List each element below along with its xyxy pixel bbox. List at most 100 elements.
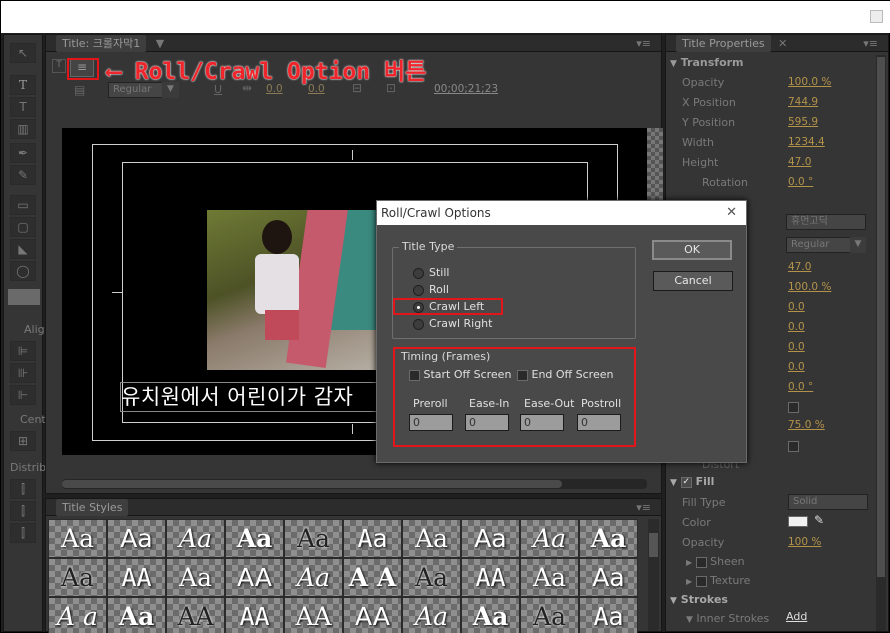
font-property-value[interactable]: 0.0 [788, 301, 805, 313]
style-swatch-item[interactable]: Aa [520, 519, 579, 558]
styles-scrollbar[interactable] [648, 519, 659, 631]
timing-field-input[interactable]: 0 [465, 414, 509, 431]
ok-button[interactable]: OK [652, 240, 732, 260]
small-caps-checkbox[interactable] [788, 400, 799, 413]
style-swatch-item[interactable]: Aa [461, 597, 520, 633]
style-swatch-item[interactable]: Aa [343, 519, 402, 558]
rounded-rectangle-tool-icon[interactable]: ▢ [10, 217, 36, 237]
align-left-icon[interactable]: ⊫ [10, 341, 36, 361]
style-swatch-item[interactable]: Aa [225, 519, 284, 558]
end-off-screen-checkbox[interactable] [517, 369, 528, 381]
center-horizontal-icon[interactable]: ⊞ [10, 431, 36, 451]
style-swatch-item[interactable]: Aa [284, 558, 343, 597]
rectangle-tool-icon[interactable]: ▭ [10, 195, 36, 215]
properties-scroll-thumb[interactable] [877, 57, 885, 577]
style-swatch-item[interactable]: Aa [48, 558, 107, 597]
properties-scrollbar[interactable] [876, 55, 886, 631]
fill-opacity-value[interactable]: 100 % [788, 536, 821, 548]
panel-menu-icon[interactable]: ▾≡ [636, 35, 651, 52]
style-swatch-item[interactable]: Aa [461, 519, 520, 558]
start-off-screen-checkbox[interactable] [409, 369, 420, 381]
timing-field-input[interactable]: 0 [409, 414, 453, 431]
wedge-tool-icon[interactable]: ◣ [10, 239, 36, 259]
ellipse-tool-icon[interactable]: ◯ [10, 261, 36, 281]
style-swatch-item[interactable]: AA [461, 558, 520, 597]
window-button[interactable] [870, 10, 883, 23]
style-swatch-item[interactable]: Aa [107, 519, 166, 558]
style-swatch-item[interactable]: AA [343, 597, 402, 633]
tab-dropdown-icon[interactable]: ▼ [156, 37, 164, 50]
styles-menu-icon[interactable]: ▾≡ [636, 499, 651, 516]
styles-scroll-thumb[interactable] [649, 533, 658, 557]
style-swatch-item[interactable]: Aa [520, 558, 579, 597]
underline-checkbox[interactable] [788, 439, 799, 452]
canvas-scroll-thumb[interactable] [62, 480, 562, 488]
style-swatch-item[interactable]: Aa [579, 597, 638, 633]
style-swatch-item[interactable]: AA [107, 558, 166, 597]
radio-button[interactable] [413, 267, 424, 279]
style-swatch-item[interactable]: Aa [402, 519, 461, 558]
font-property-value[interactable]: 100.0 % [788, 281, 831, 293]
sheen-row[interactable]: ▶ Sheen [686, 555, 745, 568]
style-swatch-item[interactable]: Aa [579, 519, 638, 558]
end-off-screen-option[interactable]: End Off Screen [517, 366, 613, 383]
canvas-scrollbar[interactable] [62, 479, 647, 489]
title-type-option[interactable]: Still [413, 264, 492, 281]
style-swatch-item[interactable]: A a [48, 597, 107, 633]
property-value[interactable]: 47.0 [788, 156, 811, 168]
style-swatch-item[interactable]: AA [225, 558, 284, 597]
timecode[interactable]: 00;00;21;23 [434, 83, 498, 95]
style-swatch-item[interactable]: Aa [166, 558, 225, 597]
distribute-left-icon[interactable]: ⫿ [10, 479, 36, 499]
strokes-section[interactable]: ▼ Strokes [670, 593, 728, 606]
start-off-screen-option[interactable]: Start Off Screen [409, 366, 511, 383]
style-swatch-item[interactable]: Aa [520, 597, 579, 633]
property-value[interactable]: 744.9 [788, 96, 818, 108]
property-value[interactable]: 0.0 ° [788, 176, 813, 188]
font-property-value[interactable]: 0.0 ° [788, 381, 813, 393]
radio-button[interactable] [413, 284, 424, 296]
type-tool-icon[interactable]: T [10, 75, 36, 95]
properties-tab[interactable]: Title Properties [676, 35, 771, 52]
cancel-button[interactable]: Cancel [653, 271, 733, 291]
add-anchor-tool-icon[interactable]: ✎ [10, 165, 36, 185]
style-swatch-item[interactable]: Aa [402, 597, 461, 633]
style-swatch-item[interactable]: AA [166, 597, 225, 633]
align-right-icon[interactable]: ⊩ [10, 385, 36, 405]
property-value[interactable]: 595.9 [788, 116, 818, 128]
eyedropper-icon[interactable]: ✎ [814, 513, 824, 527]
style-swatch-item[interactable]: A A [343, 558, 402, 597]
style-swatch-item[interactable]: Aa [284, 519, 343, 558]
add-inner-stroke-link[interactable]: Add [786, 610, 807, 623]
title-type-option[interactable]: Crawl Right [413, 315, 492, 332]
pen-tool-icon[interactable]: ✒ [10, 143, 36, 163]
transform-section[interactable]: ▼ Transform [670, 56, 744, 69]
properties-menu-icon[interactable]: ▾≡ [863, 35, 878, 52]
fill-checkbox[interactable]: ✓ [680, 476, 692, 488]
distribute-right-icon[interactable]: ⫿ [10, 523, 36, 543]
size-value[interactable]: 75.0 % [788, 419, 825, 431]
new-title-icon[interactable]: T [52, 59, 66, 73]
vertical-type-tool-icon[interactable]: T [10, 97, 36, 117]
timing-field-input[interactable]: 0 [520, 414, 564, 431]
property-value[interactable]: 1234.4 [788, 136, 825, 148]
title-styles-tab[interactable]: Title Styles [56, 499, 129, 516]
fill-section[interactable]: ▼ ✓ Fill [670, 475, 714, 488]
fill-type-select[interactable]: Solid [788, 494, 868, 510]
style-swatch-item[interactable]: Aa [166, 519, 225, 558]
caption-text[interactable]: 유치원에서 어린이가 감자 [120, 382, 382, 412]
title-type-option[interactable]: Roll [413, 281, 492, 298]
font-property-value[interactable]: 0.0 [788, 341, 805, 353]
distribute-center-icon[interactable]: ⫿ [10, 501, 36, 521]
font-property-value[interactable]: 47.0 [788, 261, 811, 273]
align-center-icon[interactable]: ⊪ [10, 363, 36, 383]
font-property-value[interactable]: 0.0 [788, 361, 805, 373]
radio-button[interactable] [413, 318, 424, 330]
font-property-value[interactable]: 0.0 [788, 321, 805, 333]
timing-field-input[interactable]: 0 [577, 414, 621, 431]
style-swatch-item[interactable]: AA [284, 597, 343, 633]
style-swatch-item[interactable]: Aa [579, 558, 638, 597]
style-swatch-item[interactable]: Aa [48, 519, 107, 558]
title-tab[interactable]: Title: 크롤자막1 [56, 35, 147, 52]
property-value[interactable]: 100.0 % [788, 76, 831, 88]
